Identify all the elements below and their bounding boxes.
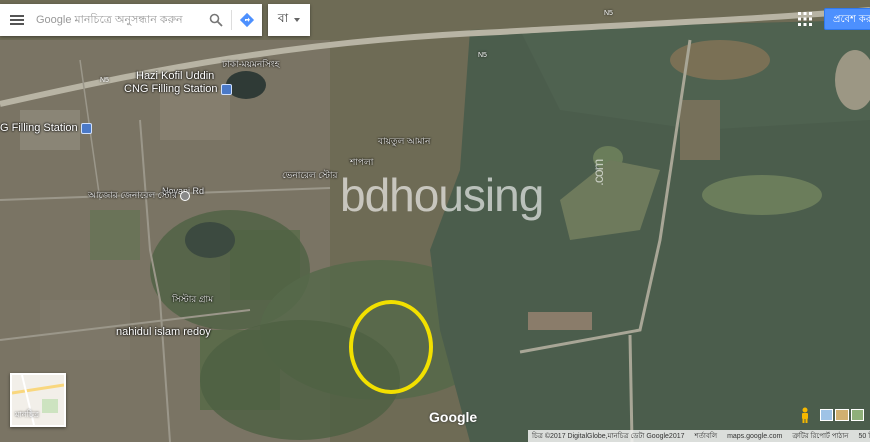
- scale-text[interactable]: 50 মি: [859, 430, 870, 442]
- map-label-hazi: Hazi Kofil Uddin: [136, 70, 215, 82]
- map-label-cng2-text: G Filling Station: [0, 122, 78, 134]
- map-label-mosque: বায়তুল আমান: [378, 136, 431, 146]
- search-box: [0, 4, 262, 36]
- apps-grid-icon[interactable]: [798, 12, 812, 26]
- watermark-text: bdhousing: [340, 169, 544, 221]
- gas-station-icon: [220, 83, 232, 95]
- maps-url[interactable]: maps.google.com: [727, 433, 782, 440]
- map-type-toggle[interactable]: মানচিত্র: [10, 373, 66, 427]
- google-logo: Google: [429, 409, 478, 425]
- road-shield-n5-c: N5: [604, 10, 613, 17]
- map-label-dhaka: ঢাকা-ময়মনসিংহ: [222, 59, 280, 69]
- chevron-down-icon: [294, 18, 301, 22]
- menu-icon[interactable]: [0, 4, 34, 36]
- photo-strip[interactable]: [820, 409, 864, 421]
- road-shield-n5-b: N5: [478, 52, 487, 59]
- photo-thumb-3[interactable]: [850, 409, 864, 421]
- watermark: bdhousing .com: [340, 160, 606, 222]
- map-label-cng1-text: CNG Filling Station: [124, 83, 218, 95]
- map-label-nahidul[interactable]: nahidul islam redoy: [116, 326, 211, 338]
- directions-icon[interactable]: [232, 4, 262, 36]
- terms-link[interactable]: শর্তাবলি: [695, 430, 718, 442]
- map-footer: চিত্র ©2017 DigitalGlobe,মানচিত্র ডেটা G…: [528, 430, 870, 442]
- sign-in-button[interactable]: প্রবেশ করুন: [824, 8, 870, 30]
- map-type-label: মানচিত্র: [15, 410, 40, 419]
- watermark-suffix: .com: [590, 159, 606, 186]
- pegman-icon[interactable]: [799, 407, 811, 423]
- map-label-general: ভেনারেল স্টোর: [282, 170, 338, 180]
- map-label-store-text: আজোর জেনারেল স্টোর: [88, 190, 178, 200]
- language-value: বা: [277, 11, 289, 25]
- imagery-credit: চিত্র ©2017 DigitalGlobe,মানচিত্র ডেটা G…: [532, 433, 685, 440]
- photo-thumb-1[interactable]: [820, 409, 834, 421]
- search-icon[interactable]: [201, 4, 231, 36]
- map-label-cng2[interactable]: G Filling Station: [0, 122, 92, 134]
- satellite-map[interactable]: Hazi Kofil Uddin CNG Filling Station G F…: [0, 0, 870, 442]
- shop-icon: [180, 190, 191, 201]
- gas-station-icon: [80, 122, 92, 134]
- search-input[interactable]: [34, 13, 201, 27]
- map-label-cng1[interactable]: CNG Filling Station: [124, 83, 232, 95]
- feedback-link[interactable]: ত্রুটির রিপোর্ট পাঠান: [792, 430, 848, 442]
- map-label-store[interactable]: আজোর জেনারেল স্টোর: [88, 188, 191, 203]
- road-shield-n5-a: N5: [100, 77, 109, 84]
- photo-thumb-2[interactable]: [835, 409, 849, 421]
- map-label-hall: সিস্টার গ্রাম: [172, 294, 214, 304]
- language-select[interactable]: বা: [268, 4, 310, 36]
